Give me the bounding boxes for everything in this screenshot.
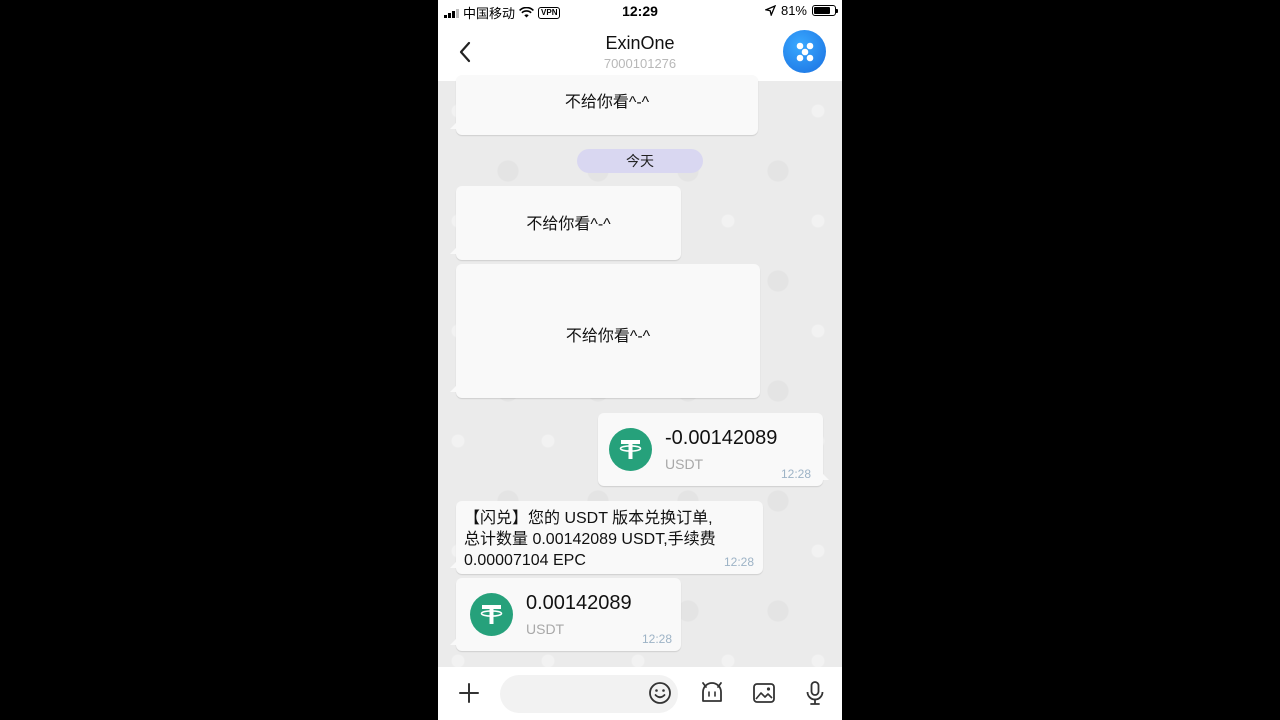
chat-id: 7000101276	[603, 56, 677, 71]
sticker-icon[interactable]	[698, 679, 726, 707]
bot-avatar[interactable]	[783, 30, 826, 73]
message-list[interactable]: 不给你看^-^ 今天 不给你看^-^ 不给你看^-^ -0.00142089 U…	[438, 75, 842, 667]
tether-symbol-icon	[619, 440, 642, 459]
chat-header: ExinOne 7000101276	[438, 22, 842, 81]
system-message-bubble[interactable]: 【闪兑】您的 USDT 版本兑换订单, 总计数量 0.00142089 USDT…	[450, 501, 763, 574]
system-message-text: 【闪兑】您的 USDT 版本兑换订单, 总计数量 0.00142089 USDT…	[464, 508, 756, 571]
status-right: 81%	[764, 3, 838, 18]
chat-title: ExinOne	[605, 33, 675, 53]
transfer-bubble-incoming[interactable]: 0.00142089 USDT 12:28	[450, 578, 681, 651]
plus-icon[interactable]	[455, 679, 483, 707]
message-time: 12:28	[642, 632, 673, 646]
image-icon[interactable]	[750, 679, 778, 707]
message-time: 12:28	[724, 555, 755, 569]
emoji-icon[interactable]	[646, 679, 674, 707]
message-text: 不给你看^-^	[565, 328, 651, 345]
message-bubble[interactable]: 不给你看^-^	[450, 75, 758, 135]
phone-screen: 中国移动 VPN 12:29 81% ExinOne 7000101276 不给…	[438, 0, 842, 720]
system-line: 0.00007104 EPC	[464, 552, 586, 569]
exinone-logo-icon	[796, 42, 813, 61]
transfer-unit: USDT	[526, 621, 565, 637]
battery-icon	[812, 5, 838, 16]
status-bar: 中国移动 VPN 12:29 81%	[438, 0, 842, 22]
transfer-amount: 0.00142089	[526, 592, 632, 614]
transfer-bubble-outgoing[interactable]: -0.00142089 USDT 12:28	[598, 413, 829, 486]
tether-symbol-icon	[480, 605, 503, 624]
message-text: 不给你看^-^	[564, 94, 650, 111]
usdt-coin-icon	[470, 593, 513, 636]
message-time: 12:28	[781, 467, 812, 481]
date-divider: 今天	[577, 149, 703, 173]
transfer-amount: -0.00142089	[665, 427, 778, 449]
message-bubble[interactable]: 不给你看^-^	[450, 186, 681, 260]
transfer-unit: USDT	[665, 456, 704, 472]
microphone-icon[interactable]	[801, 679, 829, 707]
system-line: 【闪兑】您的 USDT 版本兑换订单,	[464, 510, 713, 527]
message-text: 不给你看^-^	[526, 216, 611, 233]
system-line: 总计数量 0.00142089 USDT,手续费	[464, 531, 716, 548]
battery-percent: 81%	[780, 3, 807, 18]
location-arrow-icon	[764, 5, 776, 16]
usdt-coin-icon	[609, 428, 652, 471]
battery-level-fill	[814, 7, 831, 14]
message-bubble[interactable]: 不给你看^-^	[450, 264, 760, 398]
input-bar	[438, 667, 842, 720]
